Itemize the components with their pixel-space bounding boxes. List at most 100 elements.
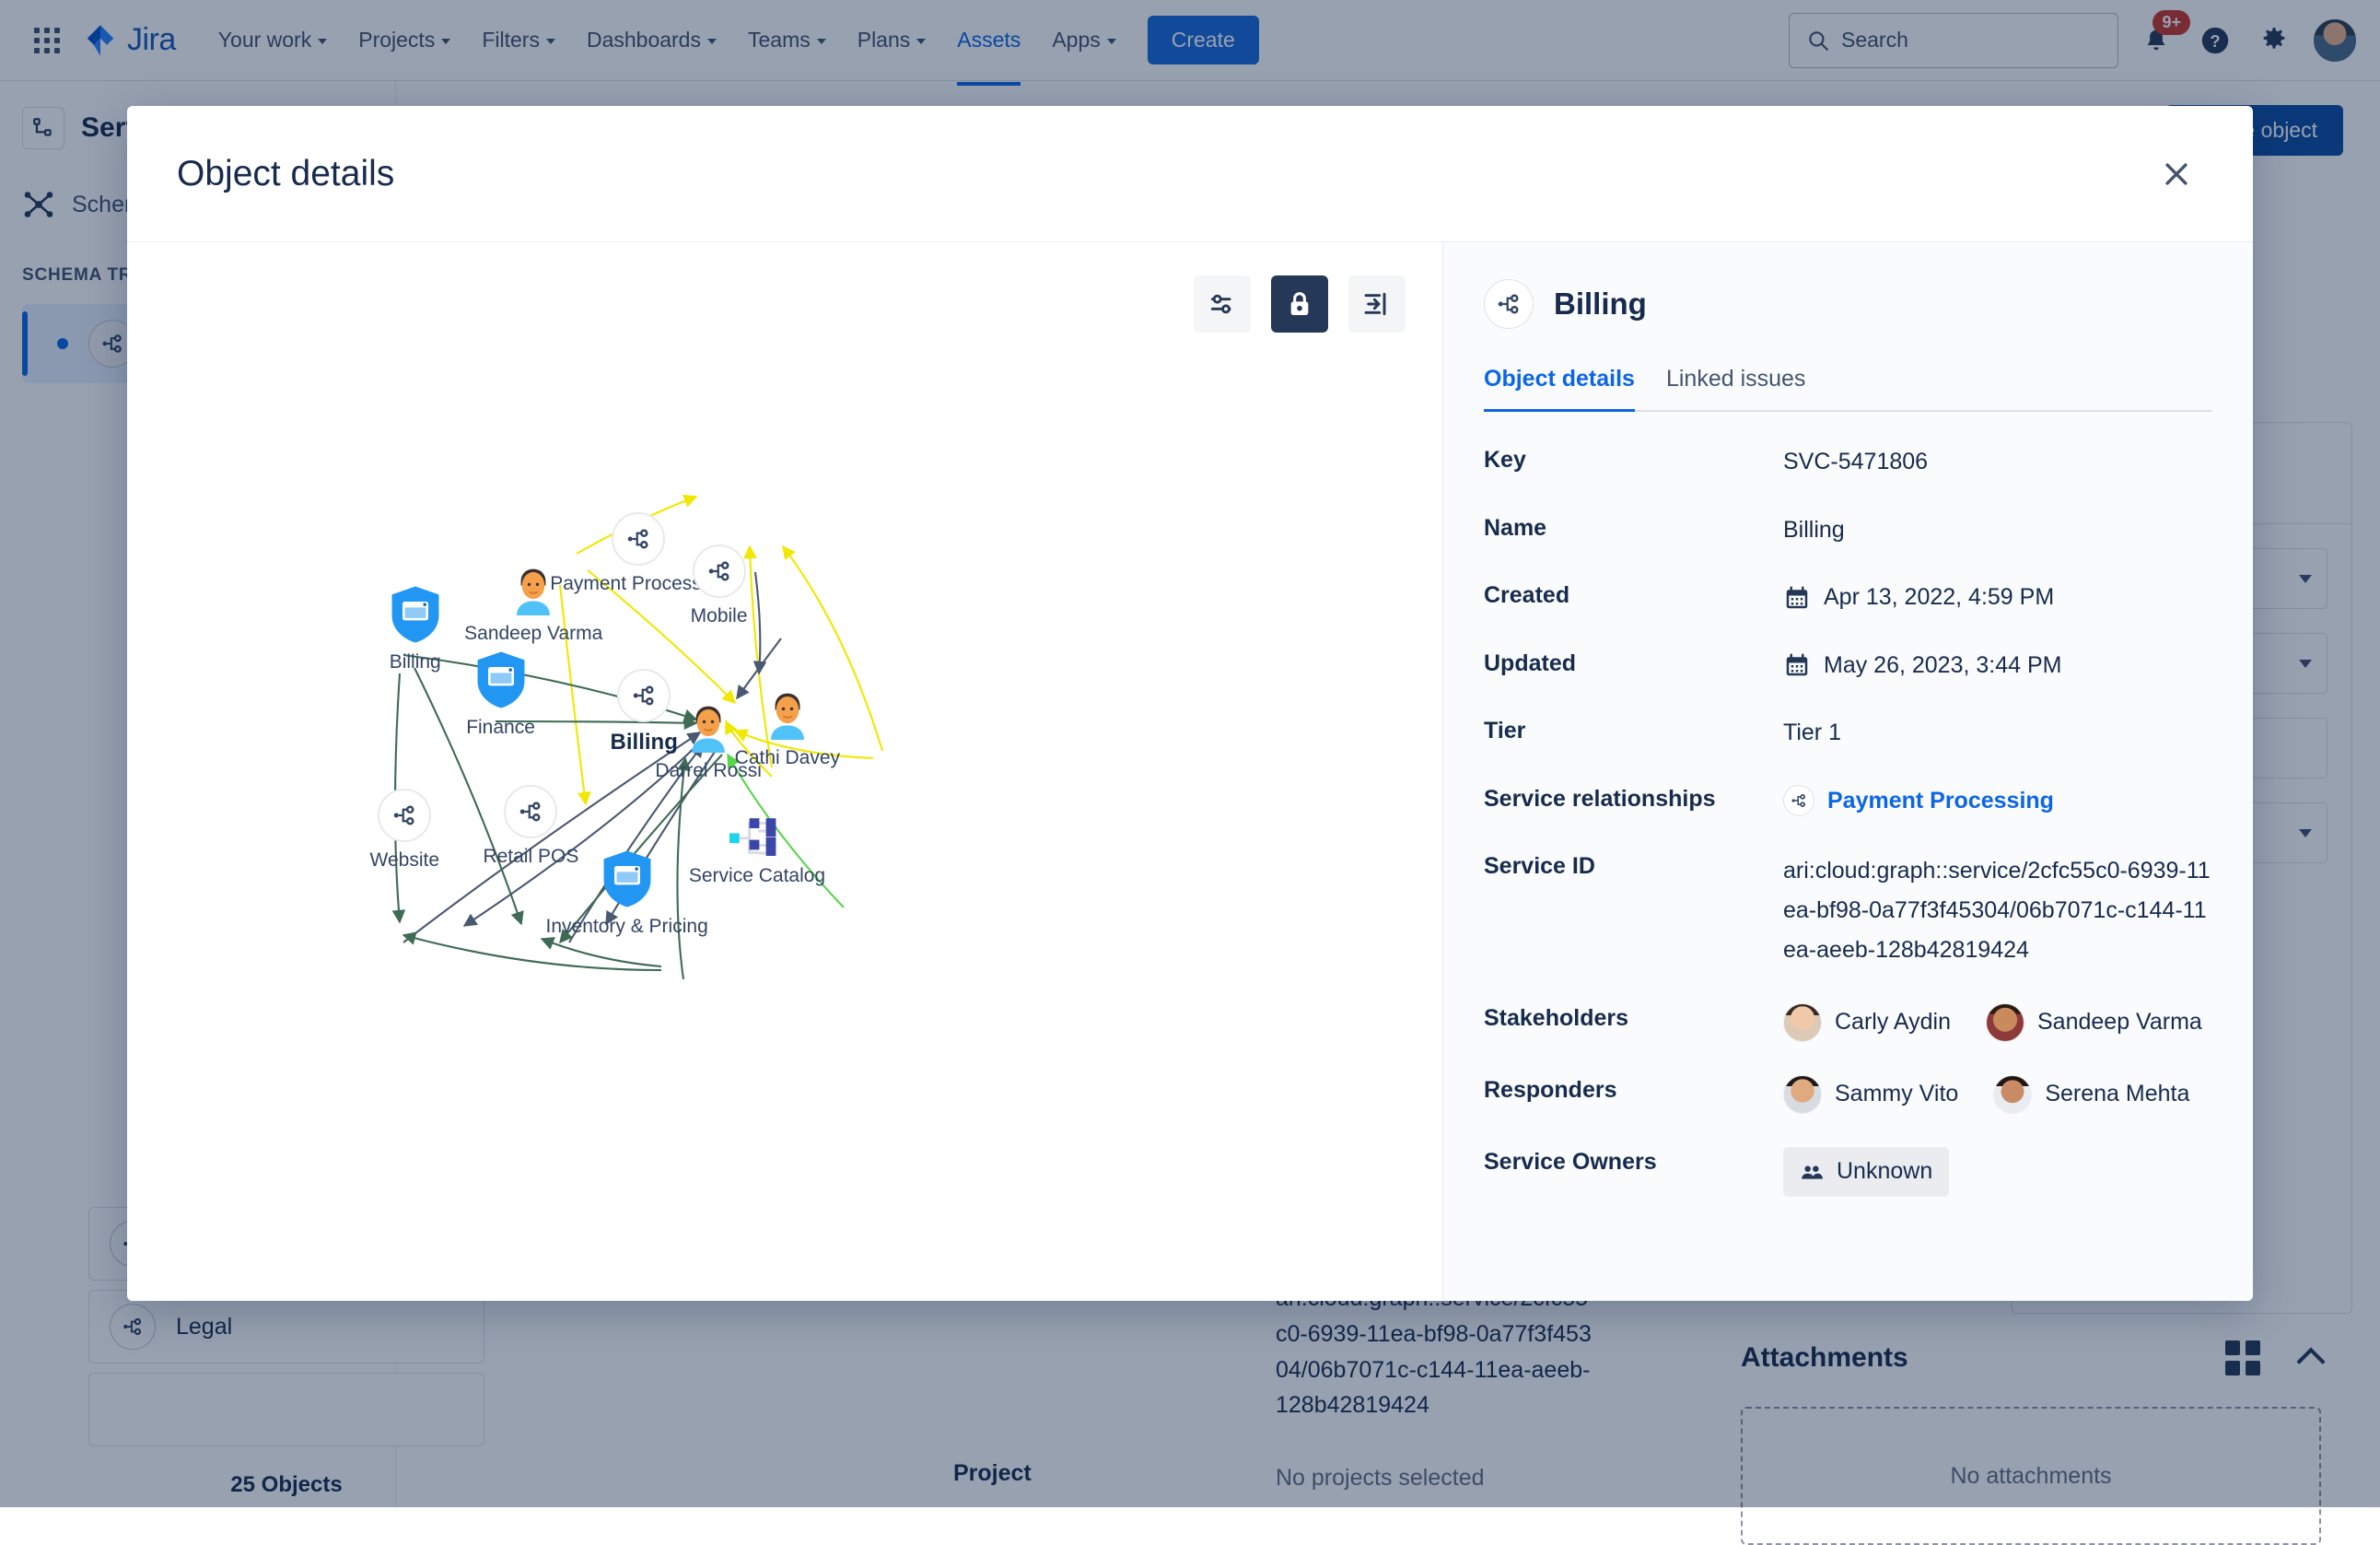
person-name: Serena Mehta <box>2045 1077 2189 1112</box>
graph-node-sandeep-varma[interactable]: Sandeep Varma <box>508 564 558 615</box>
calendar-icon <box>1783 584 1811 612</box>
graph-node-service-catalog[interactable]: Service Catalog <box>729 815 785 858</box>
avatar <box>1783 1075 1822 1114</box>
application-shield-icon <box>475 650 527 709</box>
modal-body: Payment Processing Mobile <box>127 242 2253 1301</box>
filter-sliders-button[interactable] <box>1194 275 1251 333</box>
graph-node-label: Billing <box>390 651 441 673</box>
service-dependency-graph[interactable]: Payment Processing Mobile <box>127 242 1442 1301</box>
graph-node-label: Finance <box>466 717 535 739</box>
panel-collapse-icon <box>1362 289 1392 319</box>
field-row-created: Created Apr 13, 2022, 4:59 PM <box>1484 580 2212 615</box>
graph-node-label: Sandeep Varma <box>464 623 602 645</box>
person-chip[interactable]: Sandeep Varma <box>1986 1003 2202 1042</box>
details-tabs: Object details Linked issues <box>1484 366 2212 412</box>
field-row-responders: Responders Sammy Vito Serena Mehta <box>1484 1075 2212 1114</box>
graph-node-label: Retail POS <box>483 846 578 868</box>
field-value: Tier 1 <box>1783 716 2212 751</box>
field-label: Tier <box>1484 716 1783 747</box>
graph-node-darrel-rossi[interactable]: Darrel Rossi <box>683 701 733 753</box>
responders-list: Sammy Vito Serena Mehta <box>1783 1075 2212 1114</box>
graph-node-label: Service Catalog <box>689 865 825 887</box>
graph-toolbar <box>1194 275 1406 333</box>
person-chip[interactable]: Serena Mehta <box>1993 1075 2189 1114</box>
service-node-icon <box>1484 279 1534 329</box>
sliders-icon <box>1208 289 1237 319</box>
graph-node-label: Cathi Davey <box>735 747 840 769</box>
person-avatar-icon <box>508 564 558 615</box>
avatar <box>1993 1075 2032 1114</box>
details-header: Billing <box>1484 279 2212 329</box>
field-value: Billing <box>1783 513 2212 548</box>
details-title: Billing <box>1554 287 1647 322</box>
field-label: Created <box>1484 580 1783 612</box>
graph-node-mobile[interactable]: Mobile <box>693 544 746 598</box>
graph-node-billing-center[interactable]: Billing <box>617 669 671 722</box>
people-group-icon <box>1800 1160 1824 1184</box>
field-label: Service Owners <box>1484 1147 1783 1178</box>
graph-node-payment-processing[interactable]: Payment Processing <box>612 512 665 566</box>
tab-object-details[interactable]: Object details <box>1484 366 1635 412</box>
application-shield-icon <box>601 849 653 908</box>
field-row-updated: Updated May 26, 2023, 3:44 PM <box>1484 649 2212 684</box>
field-row-service-id: Service ID ari:cloud:graph::service/2cfc… <box>1484 851 2212 970</box>
field-label: Service relationships <box>1484 784 1783 815</box>
graph-node-label: Inventory & Pricing <box>546 916 708 938</box>
service-node-icon <box>378 789 431 842</box>
field-row-tier: Tier Tier 1 <box>1484 716 2212 751</box>
service-node-icon <box>693 544 746 598</box>
lock-icon <box>1285 289 1314 319</box>
field-label: Name <box>1484 513 1783 544</box>
person-name: Carly Aydin <box>1835 1005 1951 1040</box>
field-row-key: Key SVC-5471806 <box>1484 445 2212 480</box>
field-value-group: Apr 13, 2022, 4:59 PM <box>1783 580 2212 615</box>
graph-node-cathi-davey[interactable]: Cathi Davey <box>763 688 812 740</box>
field-row-name: Name Billing <box>1484 513 2212 548</box>
field-value-group: Payment Processing <box>1783 784 2212 819</box>
field-label: Stakeholders <box>1484 1003 1783 1035</box>
graph-node-finance[interactable]: Finance <box>475 650 527 709</box>
field-label: Updated <box>1484 649 1783 680</box>
service-node-icon <box>612 512 665 566</box>
modal-title: Object details <box>177 154 394 194</box>
field-value: Apr 13, 2022, 4:59 PM <box>1824 580 2054 615</box>
person-chip[interactable]: Carly Aydin <box>1783 1003 1951 1042</box>
graph-node-retail-pos[interactable]: Retail POS <box>504 785 557 838</box>
field-label: Service ID <box>1484 851 1783 883</box>
field-row-stakeholders: Stakeholders Carly Aydin Sandeep Varma <box>1484 1003 2212 1042</box>
graph-node-label: Website <box>370 849 439 872</box>
field-label: Key <box>1484 445 1783 476</box>
field-label: Responders <box>1484 1075 1783 1106</box>
field-row-service-relationships: Service relationships Payment Processing <box>1484 784 2212 819</box>
graph-node-label: Mobile <box>691 605 748 627</box>
avatar <box>1986 1003 2024 1042</box>
person-name: Sandeep Varma <box>2037 1005 2202 1040</box>
service-node-icon <box>617 669 671 722</box>
tab-linked-issues[interactable]: Linked issues <box>1666 366 1805 410</box>
graph-node-label: Billing <box>611 730 678 755</box>
person-chip[interactable]: Sammy Vito <box>1783 1075 1958 1114</box>
field-value-group: Unknown <box>1783 1147 2212 1197</box>
lock-button[interactable] <box>1271 275 1328 333</box>
field-value: May 26, 2023, 3:44 PM <box>1824 649 2061 684</box>
graph-edges <box>127 242 1442 1301</box>
field-row-service-owners: Service Owners Unknown <box>1484 1147 2212 1197</box>
graph-node-billing-shield[interactable]: Billing <box>390 585 441 644</box>
calendar-icon <box>1783 651 1811 679</box>
status-badge: Unknown <box>1783 1147 1949 1197</box>
service-relationship-link[interactable]: Payment Processing <box>1827 784 2054 819</box>
close-icon <box>2161 158 2192 190</box>
graph-node-inventory-pricing[interactable]: Inventory & Pricing <box>601 849 653 908</box>
avatar <box>1783 1003 1822 1042</box>
stakeholders-list: Carly Aydin Sandeep Varma <box>1783 1003 2212 1042</box>
service-catalog-icon <box>729 815 785 858</box>
field-value-group: May 26, 2023, 3:44 PM <box>1783 649 2212 684</box>
object-details-panel: Billing Object details Linked issues Key… <box>1442 242 2253 1301</box>
person-name: Sammy Vito <box>1835 1077 1958 1112</box>
person-avatar-icon <box>683 701 733 753</box>
close-button[interactable] <box>2150 147 2203 201</box>
field-value: ari:cloud:graph::service/2cfc55c0-6939-1… <box>1783 851 2212 970</box>
collapse-panel-button[interactable] <box>1348 275 1406 333</box>
graph-node-website[interactable]: Website <box>378 789 431 842</box>
service-node-icon <box>504 785 557 838</box>
